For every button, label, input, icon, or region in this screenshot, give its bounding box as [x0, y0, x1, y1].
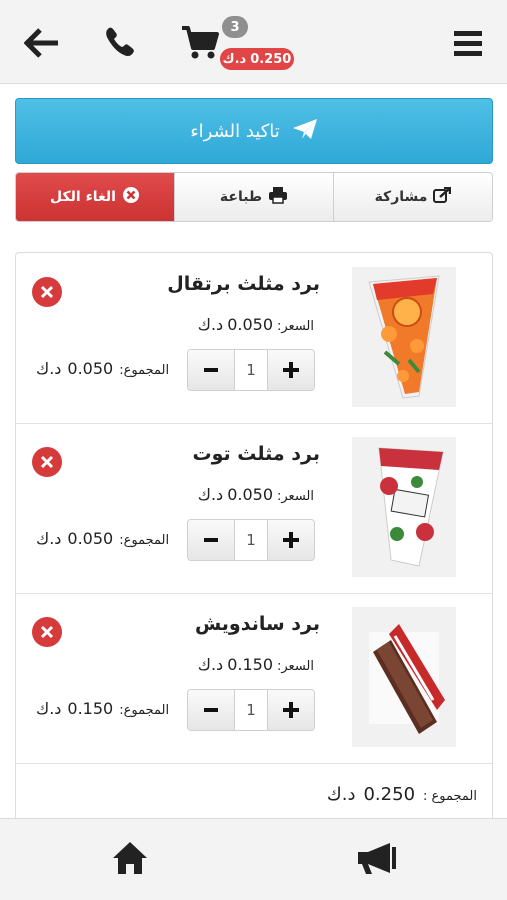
item-total-label: المجموع:: [119, 703, 170, 718]
cart-item: برد مثلث توت السعر: 0.050 د.ك 1 المجموع:…: [16, 423, 492, 594]
increase-quantity-button[interactable]: [268, 350, 314, 390]
item-total-value: 0.050: [67, 529, 114, 548]
price-label: السعر:: [277, 489, 314, 504]
item-total-label: المجموع:: [119, 533, 170, 548]
decrease-quantity-button[interactable]: [188, 690, 234, 730]
quantity-value[interactable]: 1: [234, 350, 268, 390]
item-total-currency: د.ك: [36, 359, 62, 378]
cart-item: برد مثلث برتقال السعر: 0.050 د.ك 1 المجم…: [16, 253, 492, 424]
product-image: [352, 267, 456, 407]
product-price: السعر: 0.050 د.ك: [198, 485, 314, 504]
remove-item-button[interactable]: [32, 617, 62, 647]
item-total-label: المجموع:: [119, 363, 170, 378]
quantity-value[interactable]: 1: [234, 520, 268, 560]
cart-count-badge: 3: [222, 16, 248, 38]
cart-total-currency: د.ك: [222, 51, 247, 67]
increase-quantity-button[interactable]: [268, 520, 314, 560]
item-total: المجموع: 0.050 د.ك: [36, 359, 169, 378]
confirm-purchase-label: تاكيد الشراء: [190, 120, 280, 142]
remove-item-button[interactable]: [32, 447, 62, 477]
decrease-quantity-button[interactable]: [188, 350, 234, 390]
cart-actions-bar: مشاركة طباعة الغاء الكل: [15, 172, 493, 222]
product-name: برد ساندويش: [194, 613, 320, 635]
grand-total: المجموع : 0.250 د.ك: [327, 784, 477, 805]
cart-item: برد ساندويش السعر: 0.150 د.ك 1 المجموع: …: [16, 593, 492, 764]
quantity-stepper: 1: [187, 519, 315, 561]
item-total-value: 0.050: [67, 359, 114, 378]
item-total-value: 0.150: [67, 699, 114, 718]
share-label: مشاركة: [374, 189, 428, 205]
price-label: السعر:: [277, 659, 314, 674]
quantity-stepper: 1: [187, 689, 315, 731]
close-circle-icon: [122, 186, 140, 208]
item-total-currency: د.ك: [36, 699, 62, 718]
cart-total-badge: 0.250 د.ك: [220, 48, 294, 70]
confirm-purchase-button[interactable]: تاكيد الشراء: [15, 98, 493, 164]
product-image: [352, 607, 456, 747]
product-name: برد مثلث توت: [192, 443, 320, 465]
cart-items-list: برد مثلث برتقال السعر: 0.050 د.ك 1 المجم…: [15, 252, 493, 822]
top-header: 3 0.250 د.ك: [0, 0, 507, 84]
share-button[interactable]: مشاركة: [333, 173, 492, 221]
product-price: السعر: 0.150 د.ك: [198, 655, 314, 674]
cart-icon[interactable]: [178, 22, 222, 64]
share-icon: [433, 186, 452, 207]
price-currency: د.ك: [197, 655, 224, 674]
increase-quantity-button[interactable]: [268, 690, 314, 730]
decrease-quantity-button[interactable]: [188, 520, 234, 560]
item-total: المجموع: 0.050 د.ك: [36, 529, 169, 548]
remove-item-button[interactable]: [32, 277, 62, 307]
menu-icon[interactable]: [448, 24, 488, 62]
grand-total-value: 0.250: [363, 784, 416, 805]
price-value: 0.050: [227, 485, 273, 504]
price-value: 0.150: [227, 655, 273, 674]
clear-all-button[interactable]: الغاء الكل: [16, 173, 174, 221]
back-arrow-icon[interactable]: [22, 24, 62, 62]
price-label: السعر:: [277, 319, 314, 334]
quantity-value[interactable]: 1: [234, 690, 268, 730]
quantity-stepper: 1: [187, 349, 315, 391]
product-image: [352, 437, 456, 577]
item-total-currency: د.ك: [36, 529, 62, 548]
print-icon: [268, 186, 288, 208]
phone-icon[interactable]: [100, 22, 140, 62]
grand-total-currency: د.ك: [326, 784, 356, 805]
megaphone-icon[interactable]: [356, 841, 400, 879]
price-value: 0.050: [227, 315, 273, 334]
grand-total-label: المجموع :: [423, 789, 477, 804]
cart-total-value: 0.250: [250, 51, 292, 67]
paper-plane-icon: [292, 118, 318, 145]
home-icon[interactable]: [110, 839, 150, 879]
price-currency: د.ك: [197, 485, 224, 504]
print-label: طباعة: [219, 189, 263, 205]
product-price: السعر: 0.050 د.ك: [198, 315, 314, 334]
print-button[interactable]: طباعة: [174, 173, 333, 221]
product-name: برد مثلث برتقال: [167, 273, 320, 295]
item-total: المجموع: 0.150 د.ك: [36, 699, 169, 718]
bottom-nav-bar: [0, 818, 507, 900]
price-currency: د.ك: [197, 315, 224, 334]
clear-all-label: الغاء الكل: [50, 189, 116, 205]
